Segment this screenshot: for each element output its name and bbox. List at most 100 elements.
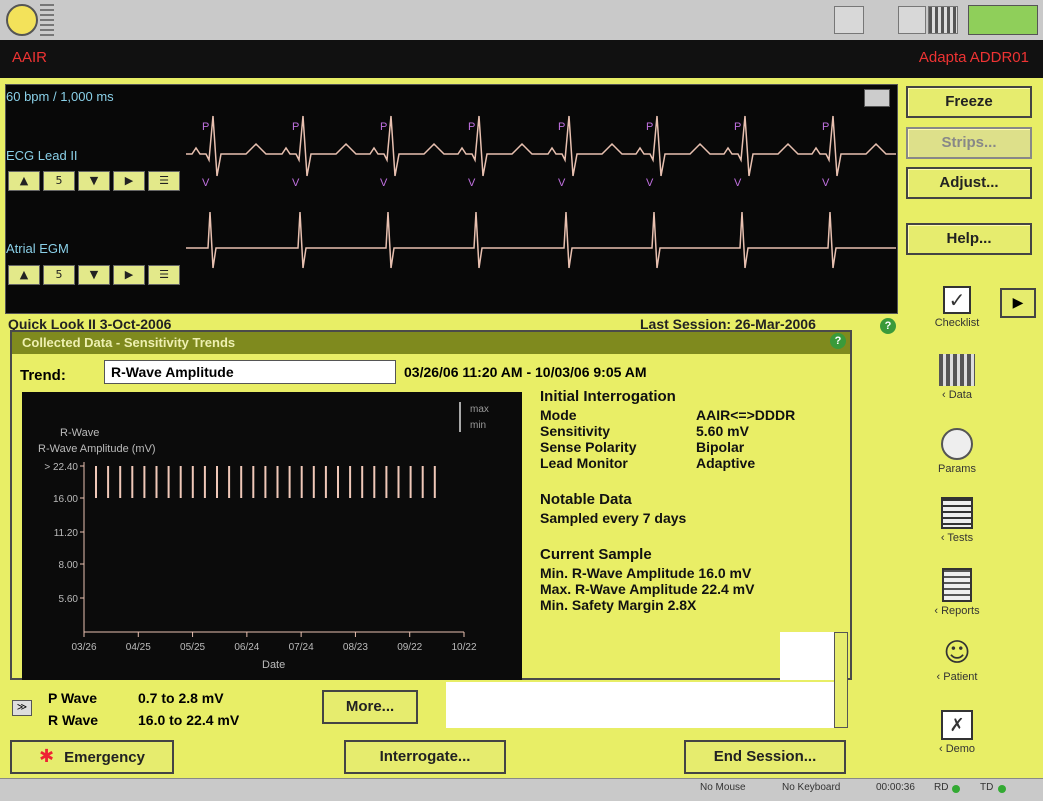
gain-value: 5 bbox=[43, 171, 75, 191]
v-marker: V bbox=[734, 177, 742, 189]
date-range: 03/26/06 11:20 AM - 10/03/06 9:05 AM bbox=[404, 364, 647, 380]
r-wave-label: R Wave bbox=[48, 712, 99, 728]
trend-select[interactable]: R-Wave Amplitude bbox=[104, 360, 396, 384]
params-icon bbox=[941, 428, 973, 460]
grid-icon[interactable] bbox=[928, 6, 958, 34]
y-axis-label: R-Wave Amplitude (mV) bbox=[38, 443, 156, 455]
x-axis-label: Date bbox=[262, 659, 285, 671]
p-wave-label: P Wave bbox=[48, 690, 98, 706]
printer-icon[interactable] bbox=[834, 6, 864, 34]
polarity-row: Sense Polarity Bipolar bbox=[540, 439, 840, 455]
play-button[interactable]: ▶ bbox=[113, 265, 145, 285]
p-marker: P bbox=[558, 121, 565, 133]
v-marker: V bbox=[380, 177, 388, 189]
tests-icon bbox=[941, 497, 973, 529]
gain-down-button[interactable]: ▼ bbox=[78, 171, 110, 191]
td-status: TD bbox=[980, 782, 994, 793]
x-tick-label: 08/23 bbox=[343, 642, 368, 653]
ecg-options-button[interactable] bbox=[864, 89, 890, 107]
nav-checklist[interactable]: ✓ Checklist bbox=[922, 286, 992, 329]
expand-arrow-button[interactable]: ▶ bbox=[1000, 288, 1036, 318]
end-session-button[interactable]: End Session... bbox=[684, 740, 846, 774]
polarity-key: Sense Polarity bbox=[540, 439, 637, 455]
nav-data[interactable]: ‹ Data bbox=[922, 354, 992, 401]
x-tick-label: 07/24 bbox=[289, 642, 314, 653]
nav-patient[interactable]: ☺ ‹ Patient bbox=[922, 638, 992, 683]
more-button[interactable]: More... bbox=[322, 690, 418, 724]
p-marker: P bbox=[646, 121, 653, 133]
help-icon[interactable]: ? bbox=[880, 318, 896, 334]
underlying-list bbox=[446, 682, 836, 728]
telemetry-icon[interactable] bbox=[968, 5, 1038, 35]
ecg-waveform: P V P V P V P V P V P V P V P V bbox=[186, 115, 896, 269]
p-marker: P bbox=[292, 121, 299, 133]
y-tick-label: > 22.40 bbox=[44, 462, 78, 473]
nav-reports[interactable]: ‹ Reports bbox=[922, 568, 992, 617]
legend-max: max bbox=[470, 404, 489, 415]
demo-icon: ✗ bbox=[941, 710, 973, 740]
x-tick-label: 04/25 bbox=[126, 642, 151, 653]
x-tick-label: 03/26 bbox=[71, 642, 96, 653]
rd-indicator-icon bbox=[952, 785, 960, 793]
menu-icon[interactable] bbox=[40, 4, 54, 36]
dialog-help-icon[interactable]: ? bbox=[830, 333, 846, 349]
lead-monitor-row: Lead Monitor Adaptive bbox=[540, 455, 840, 471]
strips-button[interactable]: Strips... bbox=[906, 127, 1032, 159]
min-r-wave: Min. R-Wave Amplitude 16.0 mV bbox=[540, 565, 752, 581]
play-button[interactable]: ▶ bbox=[113, 171, 145, 191]
freeze-button[interactable]: Freeze bbox=[906, 86, 1032, 118]
mode-key: Mode bbox=[540, 407, 577, 423]
device-name: Adapta ADDR01 bbox=[918, 49, 1029, 66]
p-marker: P bbox=[468, 121, 475, 133]
p-marker: P bbox=[734, 121, 741, 133]
y-axis-label-line1: R-Wave bbox=[60, 427, 99, 439]
polarity-value: Bipolar bbox=[696, 439, 745, 455]
lead-monitor-value: Adaptive bbox=[696, 455, 756, 471]
gain-down-button[interactable]: ▼ bbox=[78, 265, 110, 285]
initial-heading: Initial Interrogation bbox=[540, 388, 676, 405]
notable-text: Sampled every 7 days bbox=[540, 510, 687, 526]
scrollbar[interactable] bbox=[834, 632, 848, 728]
notable-heading: Notable Data bbox=[540, 491, 632, 508]
legend-min: min bbox=[470, 420, 486, 431]
emergency-button[interactable]: ✱ Emergency bbox=[10, 740, 174, 774]
nav-params[interactable]: Params bbox=[922, 428, 992, 475]
lead-monitor-key: Lead Monitor bbox=[540, 455, 628, 471]
header-bar bbox=[0, 40, 1043, 78]
sensitivity-key: Sensitivity bbox=[540, 423, 611, 439]
nav-tests[interactable]: ‹ Tests bbox=[922, 497, 992, 544]
gain-up-button[interactable]: ▲ bbox=[8, 171, 40, 191]
adjust-button[interactable]: Adjust... bbox=[906, 167, 1032, 199]
lead2-controls: ▲ 5 ▼ ▶ ☰ bbox=[8, 265, 180, 285]
nav-label: Params bbox=[938, 463, 976, 475]
top-toolbar bbox=[0, 0, 1043, 41]
keyboard-status: No Keyboard bbox=[782, 782, 841, 793]
data-icon bbox=[939, 354, 975, 386]
x-tick-label: 06/24 bbox=[234, 642, 259, 653]
gain-value: 5 bbox=[43, 265, 75, 285]
calibrate-button[interactable]: ☰ bbox=[148, 265, 180, 285]
trend-chart: R-Wave R-Wave Amplitude (mV) max min > 2… bbox=[22, 392, 522, 680]
r-wave-value: 16.0 to 22.4 mV bbox=[138, 712, 240, 728]
gain-up-button[interactable]: ▲ bbox=[8, 265, 40, 285]
rd-status: RD bbox=[934, 782, 949, 793]
x-tick-label: 09/22 bbox=[397, 642, 422, 653]
current-heading: Current Sample bbox=[540, 546, 652, 563]
x-tick-label: 05/25 bbox=[180, 642, 205, 653]
collapse-toggle[interactable]: ≫ bbox=[12, 700, 32, 716]
emergency-icon: ✱ bbox=[39, 746, 55, 767]
pacing-mode: AAIR bbox=[12, 49, 48, 66]
nav-label: ‹ Data bbox=[942, 389, 972, 401]
checklist-icon: ✓ bbox=[943, 286, 971, 314]
p-marker: P bbox=[380, 121, 387, 133]
egm-trace bbox=[186, 211, 896, 269]
nav-demo[interactable]: ✗ ‹ Demo bbox=[922, 710, 992, 755]
session-timer: 00:00:36 bbox=[876, 782, 915, 793]
calibrate-button[interactable]: ☰ bbox=[148, 171, 180, 191]
interrogate-button[interactable]: Interrogate... bbox=[344, 740, 506, 774]
reports-icon bbox=[942, 568, 972, 602]
app-logo-icon[interactable] bbox=[6, 4, 38, 36]
window-icon[interactable] bbox=[898, 6, 926, 34]
v-marker: V bbox=[822, 177, 830, 189]
help-button[interactable]: Help... bbox=[906, 223, 1032, 255]
